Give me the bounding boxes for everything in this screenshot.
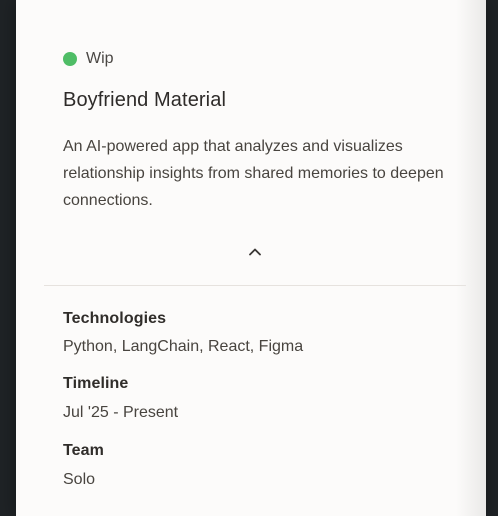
technologies-value: Python, LangChain, React, Figma <box>63 338 304 355</box>
team-label: Team <box>63 442 105 459</box>
project-title: Boyfriend Material <box>63 89 226 111</box>
edge-fade <box>456 0 486 516</box>
status-label: Wip <box>86 50 114 67</box>
project-card: Wip Boyfriend Material An AI-powered app… <box>16 0 486 516</box>
collapse-button[interactable] <box>244 240 266 262</box>
chevron-up-icon <box>249 248 261 255</box>
timeline-value: Jul '25 - Present <box>63 404 179 421</box>
technologies-label: Technologies <box>63 310 167 327</box>
project-description: An AI-powered app that analyzes and visu… <box>63 138 444 209</box>
divider <box>44 285 466 286</box>
status-badge: Wip <box>63 48 114 70</box>
timeline-label: Timeline <box>63 375 129 392</box>
status-dot-icon <box>63 52 77 66</box>
team-value: Solo <box>63 471 96 488</box>
